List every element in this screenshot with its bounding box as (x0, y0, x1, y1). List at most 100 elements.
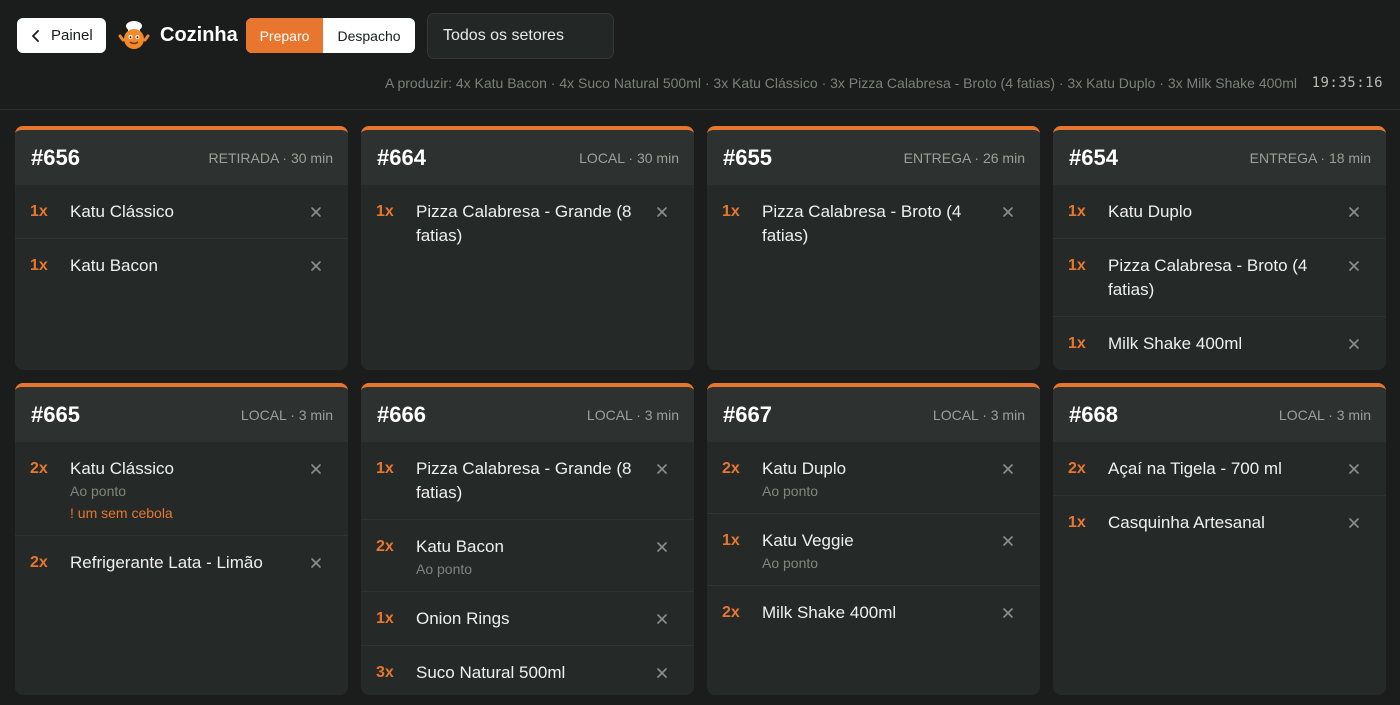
item-quantity: 2x (376, 538, 394, 555)
item-body: Katu Duplo Ao ponto (762, 459, 1025, 499)
order-card-header: #667 LOCAL · 3 min (707, 387, 1040, 442)
item-quantity: 3x (376, 664, 394, 681)
tab-despacho[interactable]: Despacho (323, 18, 415, 53)
item-name: Pizza Calabresa - Grande (8 fatias) (416, 202, 632, 245)
item-body: Pizza Calabresa - Broto (4 fatias) (762, 202, 1025, 248)
close-icon[interactable] (1347, 516, 1361, 530)
top-bar: Painel Cozinha Preparo Despacho Todos os… (0, 0, 1400, 110)
item-quantity: 1x (722, 203, 740, 220)
close-icon[interactable] (1347, 205, 1361, 219)
close-icon[interactable] (309, 556, 323, 570)
order-card-header: #666 LOCAL · 3 min (361, 387, 694, 442)
order-number: #655 (723, 144, 772, 170)
close-icon[interactable] (1001, 534, 1015, 548)
close-icon[interactable] (1347, 462, 1361, 476)
item-name: Katu Clássico (70, 202, 174, 221)
order-meta: LOCAL · 3 min (586, 406, 679, 423)
production-summary: A produzir: 4x Katu Bacon · 4x Suco Natu… (385, 75, 1297, 91)
item-name: Katu Veggie (762, 531, 854, 550)
order-card-header: #665 LOCAL · 3 min (15, 387, 348, 442)
item-quantity: 1x (1068, 257, 1086, 274)
item-quantity: 2x (30, 554, 48, 571)
item-quantity: 1x (1068, 203, 1086, 220)
order-item: 1x Pizza Calabresa - Grande (8 fatias) (361, 185, 694, 262)
order-card: #668 LOCAL · 3 min 2x Açaí na Tigela - 700 … (1053, 383, 1386, 695)
item-body: Katu Clássico Ao ponto ! um sem cebola (70, 459, 333, 521)
tab-preparo[interactable]: Preparo (246, 18, 323, 53)
clock: 19:35:16 (1311, 75, 1383, 91)
close-icon[interactable] (1347, 259, 1361, 273)
app-title: Cozinha (160, 24, 238, 46)
close-icon[interactable] (1347, 337, 1361, 351)
item-quantity: 1x (376, 610, 394, 627)
close-icon[interactable] (1001, 606, 1015, 620)
order-card: #666 LOCAL · 3 min 1x Pizza Calabresa - Gra… (361, 383, 694, 695)
back-button[interactable]: Painel (17, 18, 106, 53)
close-icon[interactable] (655, 612, 669, 626)
order-card-header: #655 ENTREGA · 26 min (707, 130, 1040, 185)
close-icon[interactable] (1001, 205, 1015, 219)
back-button-label: Painel (51, 27, 93, 44)
order-item: 2x Katu Clássico Ao ponto ! um sem cebola (15, 442, 348, 536)
order-item: 2x Refrigerante Lata - Limão (15, 536, 348, 589)
item-body: Pizza Calabresa - Grande (8 fatias) (416, 202, 679, 248)
order-card: #665 LOCAL · 3 min 2x Katu Clássico Ao ponto… (15, 383, 348, 695)
item-name: Katu Duplo (762, 459, 847, 478)
item-quantity: 2x (722, 460, 740, 477)
order-item: 1x Pizza Calabresa - Grande (8 fatias) (361, 442, 694, 520)
item-body: Onion Rings (416, 609, 679, 631)
order-item: 1x Katu Bacon (15, 239, 348, 292)
item-quantity: 1x (30, 203, 48, 220)
close-icon[interactable] (655, 666, 669, 680)
close-icon[interactable] (1001, 462, 1015, 476)
order-number: #664 (377, 144, 426, 170)
item-name: Suco Natural 500ml (416, 663, 566, 682)
close-icon[interactable] (309, 205, 323, 219)
sector-select[interactable]: Todos os setores (427, 13, 614, 59)
item-body: Pizza Calabresa - Broto (4 fatias) (1108, 256, 1371, 302)
order-number: #667 (723, 401, 772, 427)
order-number: #666 (377, 401, 426, 427)
order-card: #664 LOCAL · 30 min 1x Pizza Calabresa - Gr… (361, 126, 694, 370)
item-quantity: 1x (376, 460, 394, 477)
order-card: #667 LOCAL · 3 min 2x Katu Duplo Ao ponto 1x K… (707, 383, 1040, 695)
close-icon[interactable] (655, 205, 669, 219)
item-name: Katu Duplo (1108, 202, 1193, 221)
close-icon[interactable] (309, 462, 323, 476)
chef-mascot-logo (117, 18, 151, 52)
close-icon[interactable] (655, 540, 669, 554)
order-item: 1x Pizza Calabresa - Broto (4 fatias) (707, 185, 1040, 262)
order-item: 1x Casquinha Artesanal (1053, 496, 1386, 549)
order-card: #655 ENTREGA · 26 min 1x Pizza Calabresa - … (707, 126, 1040, 370)
order-card: #654 ENTREGA · 18 min 1x Katu Duplo 1x Pizza … (1053, 126, 1386, 370)
order-item: 2x Katu Bacon Ao ponto (361, 520, 694, 592)
order-item: 1x Katu Duplo (1053, 185, 1386, 239)
order-item: 2x Katu Duplo Ao ponto (707, 442, 1040, 514)
item-note: Ao ponto (70, 483, 127, 499)
order-card-header: #654 ENTREGA · 18 min (1053, 130, 1386, 185)
order-meta: LOCAL · 3 min (1278, 406, 1371, 423)
item-name: Açaí na Tigela - 700 ml (1108, 459, 1282, 478)
order-meta: LOCAL · 30 min (579, 149, 679, 166)
item-name: Refrigerante Lata - Limão (70, 553, 263, 572)
order-meta: RETIRADA · 30 min (208, 149, 333, 166)
item-quantity: 1x (1068, 514, 1086, 531)
order-number: #668 (1069, 401, 1118, 427)
item-body: Milk Shake 400ml (762, 603, 1025, 625)
item-name: Onion Rings (416, 609, 510, 628)
item-body: Katu Clássico (70, 202, 333, 224)
order-item: 1x Milk Shake 400ml (1053, 317, 1386, 370)
order-item: 1x Katu Veggie Ao ponto (707, 514, 1040, 586)
item-quantity: 2x (722, 604, 740, 621)
item-quantity: 2x (1068, 460, 1086, 477)
item-name: Pizza Calabresa - Broto (4 fatias) (1108, 256, 1308, 299)
item-name: Katu Bacon (416, 537, 504, 556)
close-icon[interactable] (655, 462, 669, 476)
item-body: Milk Shake 400ml (1108, 334, 1371, 356)
item-body: Katu Bacon Ao ponto (416, 537, 679, 577)
order-card-header: #656 RETIRADA · 30 min (15, 130, 348, 185)
chevron-left-icon (32, 29, 39, 42)
item-body: Pizza Calabresa - Grande (8 fatias) (416, 459, 679, 505)
close-icon[interactable] (309, 259, 323, 273)
order-item: 1x Onion Rings (361, 592, 694, 646)
